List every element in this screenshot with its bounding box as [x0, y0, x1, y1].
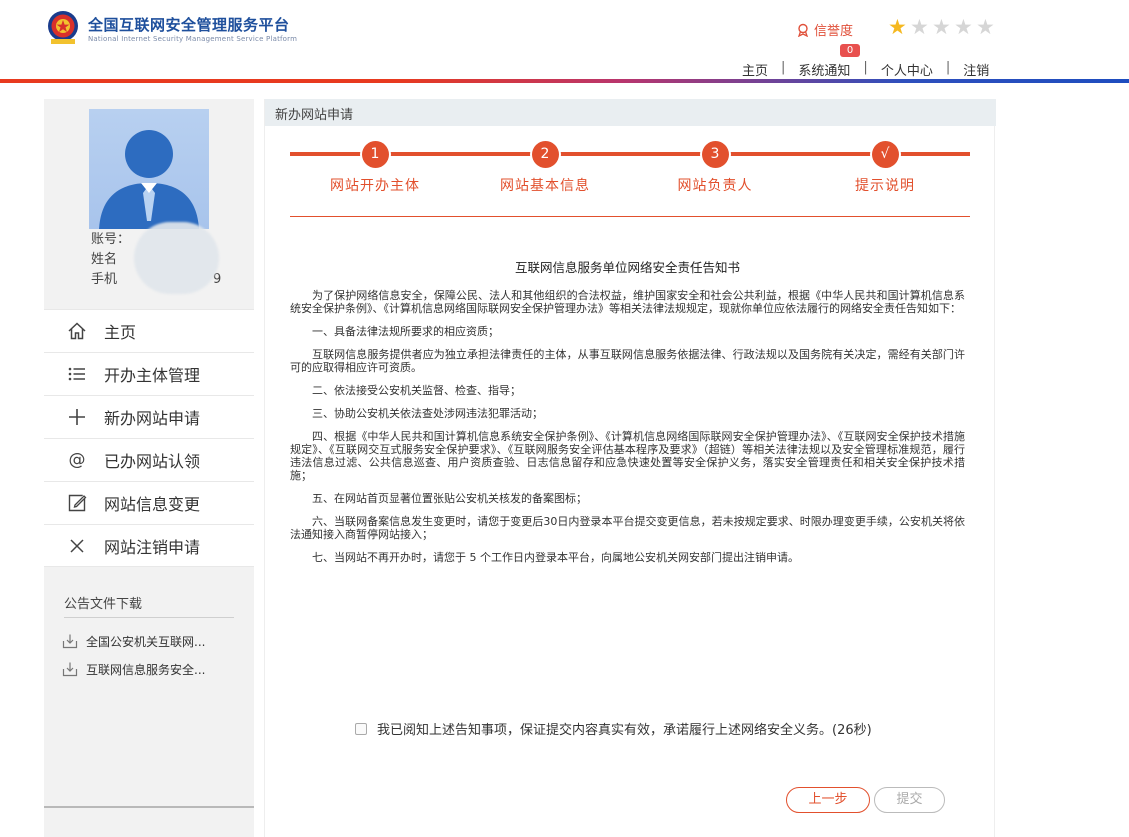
- sidebar-item-label: 主页: [104, 323, 137, 342]
- nav-logout[interactable]: 注销: [963, 60, 989, 79]
- download-link[interactable]: 互联网信息服务安全...: [62, 659, 252, 679]
- phone-label: 手机: [91, 272, 118, 287]
- star-rating: ★ ★ ★ ★ ★: [888, 16, 998, 38]
- agree-checkbox[interactable]: [355, 722, 367, 735]
- sidebar-bottom-divider: [44, 806, 254, 808]
- notice-document: 互联网信息服务单位网络安全责任告知书 为了保护网络信息安全，保障公民、法人和其他…: [290, 261, 965, 574]
- notification-badge: 0: [840, 44, 860, 57]
- star-empty-icon: ★: [976, 15, 995, 39]
- download-icon: [62, 634, 78, 649]
- step-label: 网站基本信息: [500, 178, 590, 194]
- notice-paragraph: 为了保护网络信息安全，保障公民、法人和其他组织的合法权益，维护国家安全和社会公共…: [290, 289, 965, 315]
- header-divider: [0, 79, 1129, 83]
- download-link-text: 全国公安机关互联网...: [86, 634, 206, 649]
- downloads-divider: [64, 617, 234, 618]
- main-panel: 新办网站申请 1 网站开办主体 2 网站基本信息 3 网站负责人 √ 提示说明 …: [264, 99, 996, 837]
- notice-paragraph: 六、当联网备案信息发生变更时，请您于变更后30日内登录本平台提交变更信息，若未按…: [290, 515, 965, 541]
- header: 全国互联网安全管理服务平台 National Internet Security…: [0, 0, 1129, 84]
- credit-rating: 信誉度: [796, 20, 853, 39]
- nav-separator: |: [945, 60, 951, 75]
- plus-icon: [66, 406, 88, 428]
- star-filled-icon: ★: [888, 15, 907, 39]
- user-avatar-icon: [99, 130, 199, 229]
- step-circle: 2: [531, 141, 559, 168]
- panel-title: 新办网站申请: [275, 108, 354, 123]
- submit-button[interactable]: 提交: [874, 787, 945, 813]
- notice-paragraph: 二、依法接受公安机关监督、检查、指导；: [312, 384, 521, 397]
- notice-paragraph: 三、协助公安机关依法查处涉网违法犯罪活动；: [312, 407, 543, 420]
- sidebar-item-label: 网站信息变更: [104, 495, 201, 514]
- download-link[interactable]: 全国公安机关互联网...: [62, 631, 252, 651]
- panel-header: 新办网站申请: [265, 99, 996, 126]
- step-3: 3 网站负责人: [630, 141, 800, 195]
- notice-paragraph: 五、在网站首页显著位置张贴公安机关核发的备案图标；: [312, 492, 587, 505]
- sidebar-item-info-change[interactable]: 网站信息变更: [44, 481, 254, 524]
- star-empty-icon: ★: [932, 15, 951, 39]
- ribbon-icon: [797, 23, 809, 37]
- list-icon: [66, 363, 88, 385]
- nav-separator: |: [863, 60, 868, 75]
- top-nav: 主页 | 系统通知 | 个人中心 | 注销: [742, 60, 989, 79]
- step-label: 网站开办主体: [330, 178, 420, 194]
- notice-title: 互联网信息服务单位网络安全责任告知书: [514, 260, 740, 275]
- step-check-icon: √: [871, 141, 899, 168]
- notice-paragraph: 四、根据《中华人民共和国计算机信息系统安全保护条例》、《计算机信息网络国际联网安…: [290, 430, 965, 482]
- nav-notifications[interactable]: 系统通知: [798, 60, 850, 79]
- sidebar: 账号： 姓名 手机 9 主页 开办主体管理 新办网站申请 @ 已办网站认领 网站…: [44, 99, 254, 837]
- edit-icon: [66, 492, 88, 514]
- notice-paragraph: 七、当网站不再开办时，请您于 5 个工作日内登录本平台，向属地公安机关网安部门提…: [312, 551, 799, 564]
- brand-title: 全国互联网安全管理服务平台: [88, 16, 290, 34]
- step-2: 2 网站基本信息: [460, 141, 630, 195]
- nav-separator: |: [781, 60, 786, 75]
- downloads-title: 公告文件下载: [64, 597, 143, 612]
- star-empty-icon: ★: [910, 15, 929, 39]
- sidebar-item-label: 新办网站申请: [104, 409, 201, 428]
- at-icon: @: [68, 450, 86, 470]
- download-icon: [62, 662, 78, 677]
- sidebar-item-claim-website[interactable]: @ 已办网站认领: [44, 438, 254, 481]
- step-1: 1 网站开办主体: [290, 141, 460, 195]
- nav-personal-center[interactable]: 个人中心: [881, 60, 933, 79]
- previous-step-button[interactable]: 上一步: [786, 787, 870, 813]
- steps-divider: [290, 216, 970, 217]
- home-icon: [66, 320, 88, 342]
- sidebar-item-home[interactable]: 主页: [44, 309, 254, 352]
- download-link-text: 互联网信息服务安全...: [86, 662, 206, 677]
- nav-home[interactable]: 主页: [742, 60, 768, 79]
- notice-paragraph: 互联网信息服务提供者应为独立承担法律责任的主体，从事互联网信息服务依据法律、行政…: [290, 348, 965, 374]
- step-4: √ 提示说明: [800, 141, 970, 195]
- sidebar-item-label: 网站注销申请: [104, 537, 201, 557]
- step-label: 网站负责人: [677, 178, 753, 194]
- brand-subtitle: National Internet Security Management Se…: [88, 35, 298, 43]
- step-circle: 1: [361, 141, 389, 168]
- step-circle: 3: [701, 141, 729, 168]
- sidebar-item-label: 开办主体管理: [104, 366, 201, 385]
- avatar: [89, 109, 209, 229]
- agreement-row: 我已阅知上述告知事项，保证提交内容真实有效，承诺履行上述网络安全义务。(26秒): [355, 719, 872, 738]
- privacy-blur: [134, 222, 219, 294]
- agree-text: 我已阅知上述告知事项，保证提交内容真实有效，承诺履行上述网络安全义务。(26秒): [377, 723, 872, 738]
- sidebar-item-label: 已办网站认领: [104, 452, 201, 471]
- sidebar-menu: 主页 开办主体管理 新办网站申请 @ 已办网站认领 网站信息变更 网站注销申请: [44, 309, 254, 567]
- progress-steps: 1 网站开办主体 2 网站基本信息 3 网站负责人 √ 提示说明: [290, 141, 970, 213]
- notice-paragraph: 一、具备法律法规所要求的相应资质；: [312, 325, 499, 338]
- sidebar-item-new-website[interactable]: 新办网站申请: [44, 395, 254, 438]
- star-empty-icon: ★: [954, 15, 973, 39]
- close-icon: [66, 535, 88, 557]
- sidebar-item-cancel-website[interactable]: 网站注销申请: [44, 524, 254, 567]
- sidebar-item-entity-management[interactable]: 开办主体管理: [44, 352, 254, 395]
- police-emblem-icon: [48, 11, 78, 44]
- credit-label: 信誉度: [814, 24, 854, 39]
- step-label: 提示说明: [855, 178, 915, 194]
